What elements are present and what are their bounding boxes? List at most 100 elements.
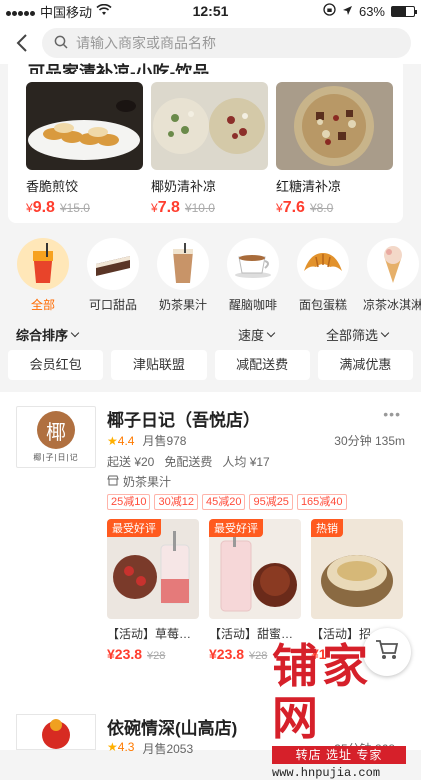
- category-dessert[interactable]: 可口甜品: [78, 238, 148, 313]
- status-bar: 中国移动 12:51 63%: [0, 0, 421, 22]
- drink-icon: [17, 238, 69, 290]
- brown-sugar-dessert-image: [276, 82, 393, 170]
- milk-tea-icon: [157, 238, 209, 290]
- sort-overall-label: 综合排序: [16, 327, 69, 343]
- sort-speed[interactable]: 速度: [238, 325, 276, 344]
- featured-product[interactable]: 红糖清补凉 ¥7.6 ¥8.0: [276, 82, 393, 217]
- monthly-sales: 月售2053: [142, 742, 194, 756]
- rating-score: 4.3: [117, 740, 135, 754]
- featured-product[interactable]: 椰奶清补凉 ¥7.8 ¥10.0: [151, 82, 268, 217]
- battery-percent: 63%: [358, 3, 385, 19]
- category-bakery[interactable]: 面包蛋糕: [288, 238, 358, 313]
- category-coffee[interactable]: 醒脑咖啡: [218, 238, 288, 313]
- dish-badge: 最受好评: [209, 519, 263, 537]
- dish-badge: 热销: [311, 519, 343, 537]
- min-order: 起送 ¥20: [107, 455, 155, 469]
- product-name: 椰奶清补凉: [151, 179, 217, 194]
- current-price: 7.6: [282, 199, 305, 216]
- search-icon: [54, 35, 68, 52]
- promo-tags: 25减10 30减12 45减20 95减25 165减40: [107, 494, 347, 510]
- monthly-sales: 月售978: [142, 434, 187, 448]
- sweet-drink-image: 最受好评: [209, 519, 301, 619]
- distance: 135m: [374, 434, 405, 448]
- star-icon: ★: [107, 740, 118, 754]
- original-price: ¥8.0: [309, 201, 334, 215]
- strawberry-drink-image: 最受好评: [107, 519, 199, 619]
- rotation-lock-icon: [323, 3, 336, 19]
- coffee-icon: [227, 238, 279, 290]
- location-icon: [342, 4, 353, 19]
- dish-current-price: ¥23.8: [209, 646, 245, 662]
- watermark-brand: 铺家网: [272, 639, 372, 745]
- category-milk-tea[interactable]: 奶茶果汁: [148, 238, 218, 313]
- dish-name: 【活动】草莓…: [107, 627, 192, 641]
- battery-fill: [392, 6, 406, 16]
- sort-overall[interactable]: 综合排序: [16, 325, 80, 344]
- dish-badge: 最受好评: [107, 519, 161, 537]
- category-label: 全部: [30, 298, 55, 312]
- shop-category: 奶茶果汁: [107, 473, 171, 490]
- carrier-name: 中国移动: [40, 4, 93, 20]
- watermark-slogan: 转店 选址 专家: [272, 746, 406, 764]
- current-price: 9.8: [32, 199, 55, 216]
- chevron-down-icon: [70, 328, 80, 337]
- shop-logo: 椰 椰|子|日|记: [16, 406, 96, 468]
- back-icon[interactable]: [10, 31, 34, 55]
- filter-subsidy[interactable]: 津贴联盟: [111, 350, 207, 380]
- signal-icon: [6, 4, 36, 19]
- product-price: ¥7.6 ¥8.0: [276, 199, 393, 217]
- dish-original-price: ¥28: [147, 650, 166, 662]
- shop-name: 依碗情深(山高店): [107, 719, 238, 738]
- filter-discount[interactable]: 满减优惠: [317, 350, 413, 380]
- clock: 12:51: [192, 3, 229, 19]
- product-price: ¥7.8 ¥10.0: [151, 199, 268, 217]
- category-label: 凉茶冰淇淋: [362, 298, 421, 312]
- category-label: 醒脑咖啡: [228, 298, 277, 312]
- chevron-down-icon: [266, 328, 276, 337]
- per-person: 人均 ¥17: [222, 455, 270, 469]
- filter-delivery-discount[interactable]: 减配送费: [214, 350, 310, 380]
- category-label: 奶茶果汁: [158, 298, 207, 312]
- category-strip: 全部 可口甜品 奶茶果汁 醒脑咖啡 面包蛋糕 凉茶冰淇淋: [0, 238, 421, 318]
- shop-name: 椰子日记（吾悦店）: [107, 411, 260, 430]
- currency-symbol: ¥: [151, 201, 158, 215]
- dish-original-price: ¥28: [249, 650, 268, 662]
- search-input[interactable]: 请输入商家或商品名称: [42, 28, 411, 58]
- filter-member-coupon[interactable]: 会员红包: [8, 350, 104, 380]
- store-icon: [107, 475, 119, 489]
- dish-price: ¥23.8 ¥28: [107, 646, 199, 662]
- coconut-bowl-image: 热销: [311, 519, 403, 619]
- currency-symbol: ¥: [276, 201, 283, 215]
- sort-bar: 综合排序 速度 全部筛选: [0, 320, 421, 348]
- product-name: 红糖清补凉: [276, 179, 342, 194]
- category-all[interactable]: 全部: [8, 238, 78, 313]
- promo-tag: 95减25: [249, 494, 293, 510]
- shop-logo: [16, 714, 96, 750]
- wifi-icon: [96, 3, 112, 19]
- dish-card[interactable]: 最受好评 【活动】草莓… ¥23.8 ¥28: [107, 519, 199, 662]
- category-ice-cream[interactable]: 凉茶冰淇淋: [358, 238, 421, 313]
- current-price: 7.8: [157, 199, 180, 216]
- sort-filter[interactable]: 全部筛选: [326, 325, 390, 344]
- shop-logo-mark: 椰: [37, 411, 75, 449]
- category-name: 奶茶果汁: [123, 475, 172, 489]
- featured-product[interactable]: 香脆煎饺 ¥9.8 ¥15.0: [26, 82, 143, 217]
- shop-delivery-info: 起送 ¥20 免配送费 人均 ¥17: [107, 453, 270, 470]
- watermark: 铺家网 转店 选址 专家 www.hnpujia.com: [272, 639, 417, 780]
- shop-logo-text: 椰|子|日|记: [33, 453, 79, 462]
- promo-tag: 165减40: [296, 494, 347, 510]
- battery-icon: [391, 5, 417, 17]
- star-icon: ★: [107, 433, 118, 448]
- status-right: 63%: [275, 3, 417, 19]
- more-icon[interactable]: •••: [383, 406, 401, 422]
- promo-tag: 30减12: [154, 494, 198, 510]
- product-price: ¥9.8 ¥15.0: [26, 199, 143, 217]
- watermark-url: www.hnpujia.com: [272, 766, 381, 780]
- dumpling-image: [26, 82, 143, 170]
- category-label: 面包蛋糕: [298, 298, 347, 312]
- coconut-dessert-image: [151, 82, 268, 170]
- featured-title: 可品家清补凉-小吃-饮品: [28, 63, 210, 74]
- status-left: 中国移动: [6, 2, 146, 21]
- free-delivery: 免配送费: [164, 455, 213, 469]
- product-name: 香脆煎饺: [26, 179, 79, 194]
